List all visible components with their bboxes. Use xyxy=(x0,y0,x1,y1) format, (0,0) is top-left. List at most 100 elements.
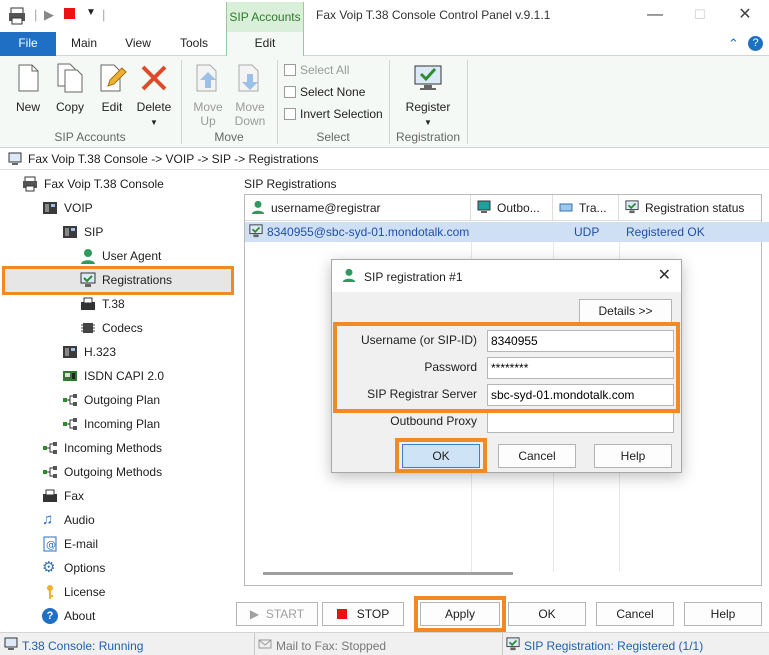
tab-view[interactable]: View xyxy=(118,32,158,56)
cell-status: Registered OK xyxy=(626,225,705,239)
group-select: Select xyxy=(316,130,350,144)
stop-icon[interactable] xyxy=(64,7,75,22)
tree-item-outgoing-plan[interactable]: Outgoing Plan xyxy=(62,389,160,411)
dialog-ok-button[interactable]: OK xyxy=(402,444,480,468)
ok-button[interactable]: OK xyxy=(508,602,586,626)
tree-item-sip[interactable]: SIP xyxy=(62,221,103,243)
move-down-label: Move Down xyxy=(234,100,266,128)
tree-item-t38[interactable]: T.38 xyxy=(80,293,125,315)
status-separator xyxy=(502,633,503,655)
app-icon xyxy=(8,7,26,28)
tree-item-about[interactable]: ? About xyxy=(42,605,95,627)
copy-button[interactable]: Copy xyxy=(48,62,92,114)
column-header-status[interactable]: Registration status xyxy=(619,195,761,221)
help-icon[interactable]: ? xyxy=(748,36,763,51)
window-title: Fax Voip T.38 Console Control Panel v.9.… xyxy=(316,8,551,22)
details-button[interactable]: Details >> xyxy=(579,299,672,323)
table-row[interactable]: 8340955@sbc-syd-01.mondotalk.com UDP Reg… xyxy=(245,222,769,242)
stop-label: STOP xyxy=(356,607,390,621)
dialog-help-button[interactable]: Help xyxy=(594,444,672,468)
move-down-button[interactable]: Move Down xyxy=(228,62,272,128)
new-document-icon xyxy=(18,64,39,92)
group-move: Move xyxy=(214,130,244,144)
maximize-button[interactable]: ☐ xyxy=(685,4,715,26)
tree-item-registrations[interactable]: Registrations xyxy=(80,269,172,291)
password-field[interactable] xyxy=(487,357,674,379)
tree-item-root[interactable]: Fax Voip T.38 Console xyxy=(22,173,164,195)
minimize-button[interactable]: — xyxy=(640,4,670,26)
tree-label: Outgoing Plan xyxy=(84,393,161,407)
apply-button[interactable]: Apply xyxy=(420,602,500,626)
tree-label: Incoming Methods xyxy=(64,441,163,455)
group-registration: Registration xyxy=(395,130,461,144)
tree-item-audio[interactable]: ♫ Audio xyxy=(42,509,95,531)
outbound-proxy-field[interactable] xyxy=(487,411,674,433)
group-sip-accounts: SIP Accounts xyxy=(54,130,126,144)
tree-label: Codecs xyxy=(102,321,143,335)
tree-item-h323[interactable]: H.323 xyxy=(62,341,116,363)
tab-edit[interactable]: Edit xyxy=(226,32,304,57)
tree-item-voip[interactable]: VOIP xyxy=(42,197,93,219)
cancel-button[interactable]: Cancel xyxy=(596,602,674,626)
email-icon: @ xyxy=(42,536,58,552)
username-field[interactable] xyxy=(487,330,674,352)
edit-button[interactable]: Edit xyxy=(90,62,134,114)
column-header-user[interactable]: username@registrar xyxy=(245,195,471,221)
tab-main[interactable]: Main xyxy=(64,32,104,56)
tree-item-codecs[interactable]: Codecs xyxy=(80,317,143,339)
status-t38-text: T.38 Console: Running xyxy=(22,638,144,653)
registrar-label: SIP Registrar Server xyxy=(367,387,477,401)
start-button[interactable]: ▶ START xyxy=(236,602,318,626)
printer-icon xyxy=(22,176,38,192)
tree-item-fax[interactable]: Fax xyxy=(42,485,84,507)
status-bar: T.38 Console: Running Mail to Fax: Stopp… xyxy=(0,632,769,655)
network-icon xyxy=(559,200,573,217)
status-sip: SIP Registration: Registered (1/1) xyxy=(506,637,703,654)
password-label: Password xyxy=(424,360,477,374)
column-header-outbound[interactable]: Outbo... xyxy=(471,195,553,221)
delete-button[interactable]: Delete ▼ xyxy=(132,62,176,128)
select-none-button[interactable]: Select None xyxy=(284,85,365,99)
edit-label: Edit xyxy=(101,100,123,114)
horizontal-scrollbar[interactable] xyxy=(263,572,513,575)
tree-item-options[interactable]: ⚙ Options xyxy=(42,557,105,579)
dialog-cancel-button[interactable]: Cancel xyxy=(498,444,576,468)
routing-methods-icon xyxy=(42,464,58,480)
user-icon xyxy=(342,268,356,285)
tree-item-email[interactable]: @ E-mail xyxy=(42,533,98,555)
h323-phone-icon xyxy=(62,344,78,360)
column-header-transport[interactable]: Tra... xyxy=(553,195,619,221)
ribbon: New Copy Edit Delete ▼ SIP Accounts Move… xyxy=(0,56,769,148)
tree-item-incoming-methods[interactable]: Incoming Methods xyxy=(42,437,162,459)
registrar-server-field[interactable] xyxy=(487,384,674,406)
monitor-check-icon xyxy=(80,272,96,288)
close-button[interactable]: ✕ xyxy=(730,4,760,26)
collapse-ribbon-icon[interactable]: ⌃ xyxy=(728,36,739,52)
status-t38: T.38 Console: Running xyxy=(4,637,143,654)
tree-item-user-agent[interactable]: User Agent xyxy=(80,245,161,267)
select-all-button[interactable]: Select All xyxy=(284,63,349,77)
tab-tools[interactable]: Tools xyxy=(172,32,216,56)
invert-selection-button[interactable]: Invert Selection xyxy=(284,107,383,121)
tree-label: Incoming Plan xyxy=(84,417,161,431)
stop-button[interactable]: STOP xyxy=(322,602,404,626)
tree-item-outgoing-methods[interactable]: Outgoing Methods xyxy=(42,461,162,483)
move-up-button[interactable]: Move Up xyxy=(186,62,230,128)
column-label: Registration status xyxy=(645,201,745,215)
help-button[interactable]: Help xyxy=(684,602,762,626)
tree-label: Registrations xyxy=(102,273,173,287)
tree-item-isdn[interactable]: ISDN CAPI 2.0 xyxy=(62,365,164,387)
separator: | xyxy=(102,7,106,22)
tree-item-license[interactable]: License xyxy=(42,581,105,603)
register-button[interactable]: Register ▼ xyxy=(400,62,456,128)
tab-file[interactable]: File xyxy=(0,32,56,56)
isdn-card-icon xyxy=(62,368,78,384)
dialog-close-icon[interactable]: ✕ xyxy=(658,265,671,285)
tree-item-incoming-plan[interactable]: Incoming Plan xyxy=(62,413,160,435)
new-button[interactable]: New xyxy=(6,62,50,114)
outbound-proxy-label: Outbound Proxy xyxy=(390,414,477,428)
tree-label: Audio xyxy=(64,513,95,527)
qat-dropdown-icon[interactable]: ▼ xyxy=(86,7,96,18)
play-icon[interactable]: ▶ xyxy=(44,7,54,23)
routing-plan-icon xyxy=(62,416,78,432)
